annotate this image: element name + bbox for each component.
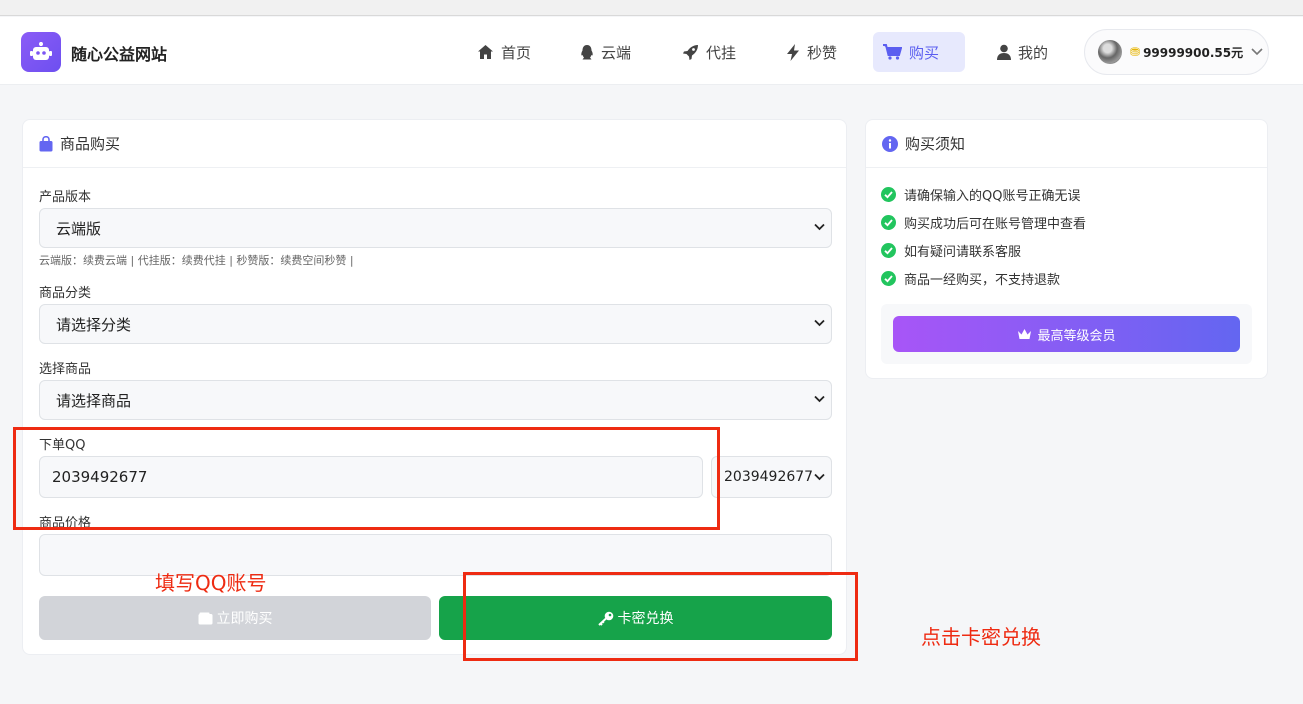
purchase-card-header: 商品购买	[23, 120, 846, 168]
nav-item-home[interactable]: 首页	[467, 33, 541, 71]
user-icon	[997, 44, 1011, 60]
check-circle-icon	[881, 243, 896, 258]
vip-button-wrap: 最高等级会员	[881, 304, 1252, 364]
bolt-icon	[787, 43, 799, 61]
annotation-click-redeem: 点击卡密兑换	[921, 625, 1041, 649]
check-circle-icon	[881, 187, 896, 202]
vip-button-label: 最高等级会员	[1037, 328, 1116, 344]
buy-now-label: 立即购买	[216, 611, 273, 627]
qq-account-select-value: 2039492677	[724, 469, 814, 485]
chevron-down-icon	[814, 395, 825, 403]
nav-item-label: 我的	[1018, 43, 1049, 62]
nav-item-cloud[interactable]: 云端	[570, 33, 641, 71]
crown-icon	[1018, 329, 1032, 339]
buy-now-button[interactable]: 立即购买	[39, 596, 431, 640]
notice-item: 如有疑问请联系客服	[881, 241, 1021, 260]
product-label: 选择商品	[39, 362, 92, 377]
notice-card: 购买须知 请确保输入的QQ账号正确无误 购买成功后可在账号管理中查看 如有疑问请…	[865, 119, 1268, 379]
notice-item: 购买成功后可在账号管理中查看	[881, 213, 1086, 232]
shopping-bag-icon	[39, 135, 53, 151]
product-select[interactable]: 请选择商品	[39, 380, 832, 420]
notice-item-text: 如有疑问请联系客服	[904, 245, 1022, 260]
cart-icon	[883, 44, 902, 60]
nav-item-mine[interactable]: 我的	[987, 33, 1058, 71]
check-circle-icon	[881, 271, 896, 286]
user-menu[interactable]: ⛃ 99999900.55元	[1084, 29, 1269, 75]
chevron-down-icon	[814, 319, 825, 327]
wallet-icon	[198, 612, 212, 624]
notice-card-header: 购买须知	[866, 120, 1267, 168]
notice-item-text: 商品一经购买，不支持退款	[904, 273, 1061, 288]
notice-item: 商品一经购买，不支持退款	[881, 269, 1060, 288]
nav-item-label: 秒赞	[807, 43, 838, 62]
nav-item-guaji[interactable]: 代挂	[672, 33, 746, 71]
notice-item-text: 购买成功后可在账号管理中查看	[904, 217, 1087, 232]
vip-button[interactable]: 最高等级会员	[893, 316, 1240, 352]
nav-item-label: 云端	[601, 43, 632, 62]
notice-item: 请确保输入的QQ账号正确无误	[881, 185, 1080, 204]
version-label: 产品版本	[39, 190, 92, 205]
brand-name[interactable]: 随心公益网站	[71, 41, 167, 65]
category-label: 商品分类	[39, 286, 92, 301]
nav-item-label: 首页	[501, 43, 532, 62]
chevron-down-icon	[1251, 48, 1263, 56]
version-select[interactable]: 云端版	[39, 208, 832, 248]
info-icon	[882, 135, 898, 152]
qq-icon	[581, 44, 593, 59]
version-select-value: 云端版	[56, 219, 102, 238]
notice-item-text: 请确保输入的QQ账号正确无误	[904, 189, 1081, 204]
coins-icon: ⛃	[1130, 45, 1141, 59]
purchase-card-title: 商品购买	[60, 135, 121, 153]
navbar: 随心公益网站 首页 云端 代挂 秒赞 购买 我的 ⛃ 99999900.55元	[0, 17, 1303, 85]
home-icon	[478, 45, 493, 59]
nav-item-miaozan[interactable]: 秒赞	[776, 33, 847, 71]
chevron-down-icon	[814, 473, 825, 481]
category-select[interactable]: 请选择分类	[39, 304, 832, 344]
browser-top-strip	[0, 0, 1303, 16]
nav-item-label: 购买	[909, 43, 940, 62]
nav-item-buy[interactable]: 购买	[873, 32, 965, 72]
check-circle-icon	[881, 215, 896, 230]
version-hint: 云端版：续费云端 | 代挂版：续费代挂 | 秒赞版：续费空间秒赞 |	[39, 254, 354, 267]
nav-item-label: 代挂	[706, 43, 737, 62]
category-select-value: 请选择分类	[56, 315, 132, 334]
annotation-box-qq	[13, 427, 720, 530]
annotation-box-redeem	[463, 572, 858, 661]
notice-card-title: 购买须知	[905, 135, 966, 153]
qq-account-select[interactable]: 2039492677	[711, 456, 832, 498]
avatar	[1098, 40, 1122, 64]
annotation-fill-qq: 填写QQ账号	[155, 571, 267, 595]
rocket-icon	[683, 44, 698, 60]
user-balance: 99999900.55元	[1143, 45, 1244, 60]
product-select-value: 请选择商品	[56, 391, 132, 410]
chevron-down-icon	[814, 223, 825, 231]
robot-logo-icon[interactable]	[21, 32, 61, 72]
